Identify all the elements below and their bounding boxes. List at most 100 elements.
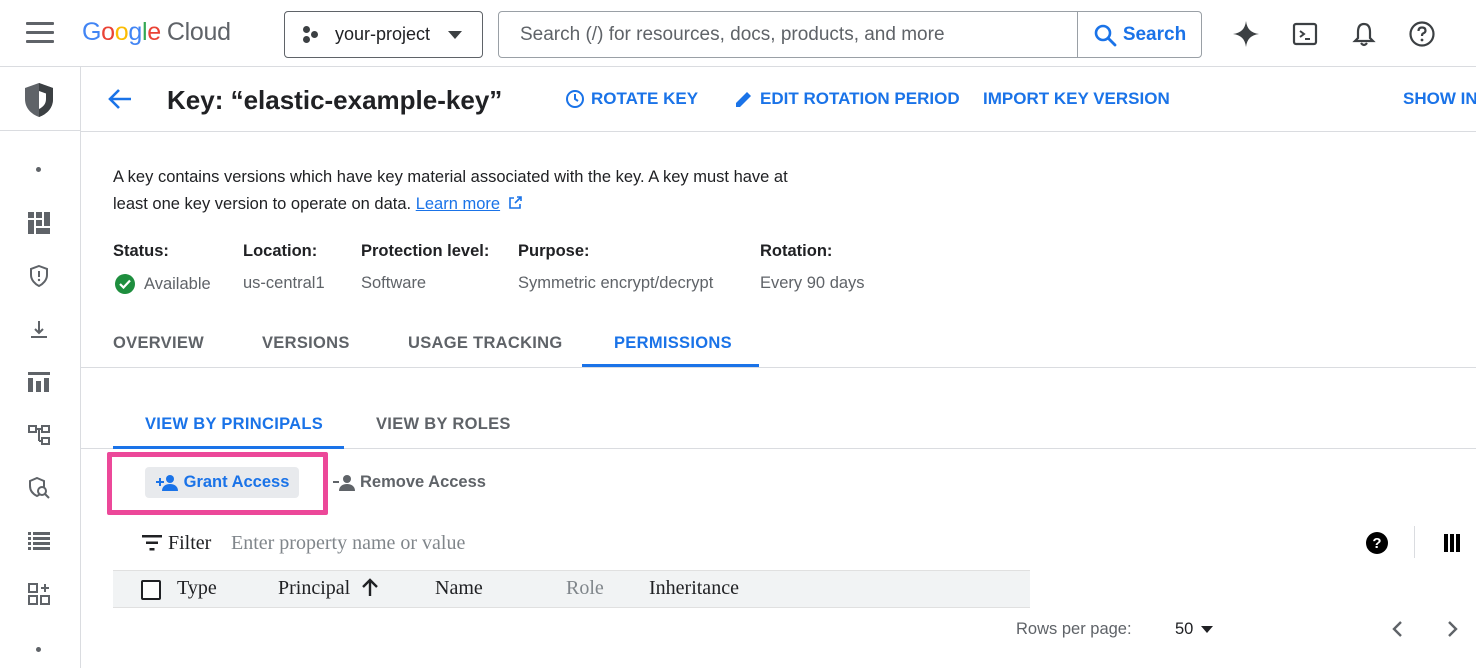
grant-access-button[interactable]: Grant Access bbox=[145, 467, 299, 498]
pencil-icon bbox=[736, 92, 751, 107]
edit-rotation-period-button[interactable]: EDIT ROTATION PERIOD bbox=[734, 89, 960, 109]
person-add-icon bbox=[155, 474, 178, 491]
tab-view-by-roles[interactable]: VIEW BY ROLES bbox=[376, 415, 511, 434]
rows-per-page-label: Rows per page: bbox=[1016, 620, 1132, 638]
tab-versions[interactable]: VERSIONS bbox=[262, 334, 350, 353]
left-rail bbox=[0, 67, 81, 668]
rotate-key-button[interactable]: ROTATE KEY bbox=[565, 89, 698, 109]
learn-more-link[interactable]: Learn more bbox=[416, 195, 500, 213]
page-title: Key: “elastic-example-key” bbox=[167, 85, 503, 115]
filter-icon[interactable] bbox=[142, 535, 162, 551]
rail-header bbox=[0, 67, 80, 131]
remove-access-button[interactable]: Remove Access bbox=[332, 473, 486, 492]
search-icon bbox=[1094, 24, 1117, 46]
protection-level-value: Software bbox=[361, 274, 427, 292]
project-name: your-project bbox=[335, 24, 431, 44]
chevron-left-icon[interactable] bbox=[1386, 617, 1410, 641]
column-principal[interactable]: Principal bbox=[278, 577, 379, 600]
tab-permissions[interactable]: PERMISSIONS bbox=[614, 334, 732, 353]
logo-letter: e bbox=[147, 18, 161, 46]
logo-product: Cloud bbox=[166, 18, 231, 46]
external-link-icon[interactable] bbox=[508, 196, 522, 210]
rotation-label: Rotation: bbox=[760, 242, 833, 260]
top-bar: Google Cloud your-project Search bbox=[0, 0, 1476, 67]
logo-letter: o bbox=[101, 18, 115, 46]
tab-usage-tracking[interactable]: USAGE TRACKING bbox=[408, 334, 563, 353]
column-type[interactable]: Type bbox=[177, 577, 217, 600]
logo-letter: g bbox=[128, 18, 142, 46]
page-header: Key: “elastic-example-key” ROTATE KEY ED… bbox=[81, 67, 1476, 132]
import-key-version-label: IMPORT KEY VERSION bbox=[983, 89, 1170, 108]
status-text: Available bbox=[144, 274, 211, 293]
show-info-panel-label: SHOW IN bbox=[1403, 89, 1476, 108]
help-icon[interactable] bbox=[1408, 20, 1436, 48]
search-button[interactable]: Search bbox=[1077, 12, 1201, 57]
import-key-version-button[interactable]: IMPORT KEY VERSION bbox=[983, 89, 1170, 109]
protection-level-label: Protection level: bbox=[361, 242, 490, 260]
rows-per-page-select[interactable]: 50 bbox=[1175, 620, 1214, 639]
project-icon bbox=[303, 25, 321, 44]
download-icon[interactable] bbox=[26, 316, 52, 342]
search-button-label: Search bbox=[1122, 23, 1187, 45]
logo-letter: o bbox=[114, 18, 129, 46]
google-cloud-logo[interactable]: Google Cloud bbox=[82, 18, 231, 47]
tab-view-by-principals[interactable]: VIEW BY PRINCIPALS bbox=[145, 415, 323, 434]
rail-dot bbox=[36, 647, 41, 652]
key-description: A key contains versions which have key m… bbox=[113, 164, 793, 218]
tab-overview[interactable]: OVERVIEW bbox=[113, 334, 204, 353]
grid-add-icon[interactable] bbox=[26, 581, 52, 607]
permissions-view-tabs: VIEW BY PRINCIPALS VIEW BY ROLES bbox=[81, 400, 1476, 449]
rail-dot bbox=[36, 167, 41, 172]
show-info-panel-button[interactable]: SHOW IN bbox=[1403, 89, 1476, 109]
clock-icon bbox=[566, 90, 584, 108]
rotation-value: Every 90 days bbox=[760, 274, 865, 292]
active-subtab-indicator bbox=[113, 446, 344, 449]
search-input[interactable] bbox=[499, 12, 1077, 57]
edit-rotation-period-label: EDIT ROTATION PERIOD bbox=[760, 89, 960, 108]
search-shield-icon[interactable] bbox=[26, 475, 52, 501]
divider bbox=[1414, 526, 1415, 558]
back-arrow-icon[interactable] bbox=[107, 86, 133, 112]
filter-bar: Filter ? bbox=[113, 526, 1476, 562]
bar-chart-icon[interactable] bbox=[26, 369, 52, 395]
active-tab-indicator bbox=[582, 364, 759, 367]
sort-ascending-icon bbox=[362, 578, 379, 596]
check-circle-icon bbox=[115, 274, 135, 294]
column-inheritance[interactable]: Inheritance bbox=[649, 577, 739, 600]
logo-letter: G bbox=[82, 18, 102, 46]
rotate-key-label: ROTATE KEY bbox=[591, 89, 699, 108]
search-bar: Search bbox=[498, 11, 1202, 58]
cloud-shell-icon[interactable] bbox=[1291, 20, 1319, 48]
filter-input[interactable] bbox=[231, 528, 931, 558]
key-tabs: OVERVIEW VERSIONS USAGE TRACKING PERMISS… bbox=[81, 318, 1476, 368]
column-name[interactable]: Name bbox=[435, 577, 483, 600]
filter-label: Filter bbox=[168, 532, 212, 554]
chevron-down-icon bbox=[448, 31, 462, 39]
remove-access-label: Remove Access bbox=[360, 473, 486, 491]
gemini-sparkle-icon[interactable] bbox=[1232, 20, 1260, 48]
status-label: Status: bbox=[113, 242, 169, 260]
security-shield-icon[interactable] bbox=[22, 81, 56, 119]
purpose-label: Purpose: bbox=[518, 242, 590, 260]
table-header: Type Principal Name Role Inheritance bbox=[113, 570, 1030, 608]
project-picker[interactable]: your-project bbox=[284, 11, 483, 58]
main-menu-icon[interactable] bbox=[26, 22, 54, 46]
select-all-checkbox[interactable] bbox=[141, 580, 161, 600]
column-role[interactable]: Role bbox=[566, 577, 604, 600]
dashboard-icon[interactable] bbox=[26, 210, 52, 236]
purpose-value: Symmetric encrypt/decrypt bbox=[518, 274, 714, 292]
list-icon[interactable] bbox=[26, 528, 52, 554]
chevron-right-icon[interactable] bbox=[1440, 617, 1464, 641]
notifications-icon[interactable] bbox=[1350, 20, 1378, 48]
hierarchy-icon[interactable] bbox=[26, 422, 52, 448]
person-remove-icon bbox=[333, 474, 355, 491]
help-icon[interactable]: ? bbox=[1366, 532, 1388, 554]
shield-icon[interactable] bbox=[26, 263, 52, 289]
column-display-icon[interactable] bbox=[1444, 534, 1460, 552]
rows-per-page-value: 50 bbox=[1175, 620, 1194, 638]
column-principal-label: Principal bbox=[278, 577, 351, 599]
location-value: us-central1 bbox=[243, 274, 325, 292]
learn-more-label: Learn more bbox=[415, 195, 501, 213]
grant-access-label: Grant Access bbox=[183, 473, 290, 491]
chevron-down-icon bbox=[1201, 626, 1214, 633]
